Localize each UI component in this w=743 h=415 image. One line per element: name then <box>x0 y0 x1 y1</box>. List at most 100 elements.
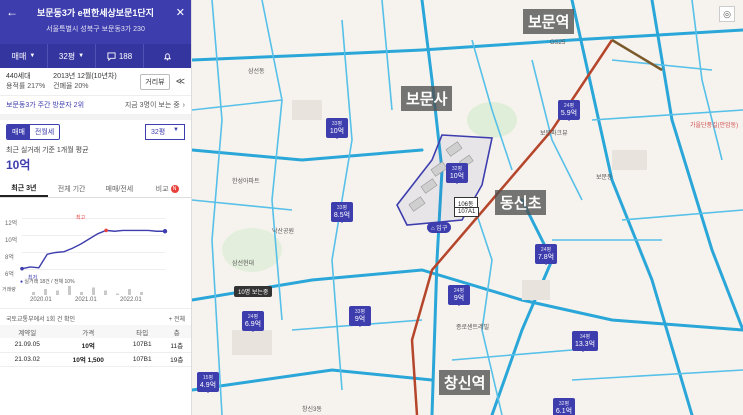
data-point[interactable] <box>162 229 168 234</box>
coverage-ratio: 건폐율 20% <box>53 82 89 90</box>
back-icon[interactable]: ← <box>6 5 20 19</box>
chevron-down-icon: ▼ <box>78 53 85 59</box>
high-marker-label: 최고 <box>76 215 86 221</box>
place-label: 낙산공원 <box>272 229 295 235</box>
pyeong-dropdown[interactable]: 32평 ▼ <box>48 44 96 68</box>
price-marker-value: 7.8억 <box>537 254 555 261</box>
price-marker-value: 8.5억 <box>333 212 351 219</box>
price-marker-value: 9억 <box>453 295 465 302</box>
avg-price-label: 최근 실거래 기준 1개월 평균 <box>6 147 89 154</box>
price-marker[interactable]: 32평 6.1억 <box>553 398 575 415</box>
place-label: 보문파크뷰 <box>540 131 568 137</box>
volume-bar <box>56 290 59 295</box>
notification-button[interactable] <box>144 44 191 68</box>
price-marker-area: 32평 <box>451 166 463 172</box>
toggle-rent[interactable]: 전월세 <box>30 125 59 139</box>
price-marker[interactable]: 24평 5.9억 <box>558 100 580 121</box>
x-tick: 2020.01 <box>30 297 52 303</box>
price-marker-selected[interactable]: 32평 10억 <box>446 163 468 184</box>
volume-bar <box>116 293 119 295</box>
complex-address: 서울특별시 성북구 보문동3가 230 <box>46 26 145 33</box>
price-marker[interactable]: 33평 10억 <box>326 118 348 139</box>
label-bomun-station: 보문역 <box>523 9 575 34</box>
cell-floor: 19층 <box>162 352 191 367</box>
price-marker[interactable]: 24평 9억 <box>448 285 470 306</box>
location-icon[interactable]: ◎ <box>719 6 735 22</box>
tab-compare-label: 비교 <box>155 185 169 193</box>
col-type: 타입 <box>121 325 163 338</box>
entrance-label: 입구 <box>436 226 448 232</box>
price-marker-value: 6.1억 <box>555 408 573 415</box>
volume-bar <box>140 292 143 295</box>
unit-type[interactable]: 107A1 <box>454 207 480 217</box>
cell-date: 21.09.05 <box>0 338 55 353</box>
table-row[interactable]: 21.03.02 10억 1,500 107B1 19층 <box>0 352 191 367</box>
price-marker-value: 13.3억 <box>574 341 596 348</box>
bell-icon <box>163 52 172 60</box>
price-marker[interactable]: 33평 9억 <box>349 306 371 327</box>
low-marker <box>20 266 24 271</box>
price-marker[interactable]: 24평 6.9억 <box>242 311 264 332</box>
price-chart-svg <box>20 218 168 295</box>
entrance-marker[interactable]: ⌂ 입구 <box>427 222 452 233</box>
x-tick: 2022.01 <box>120 297 142 303</box>
deal-toggle: 매매 전월세 <box>6 124 61 140</box>
price-marker[interactable]: 33평 8.5억 <box>331 202 353 223</box>
tab-compare[interactable]: 비교 N <box>143 180 191 197</box>
tab-all-period[interactable]: 전체 기간 <box>48 180 96 197</box>
share-icon[interactable]: ≪ <box>176 76 185 87</box>
volume-label: 거래량 <box>2 287 16 293</box>
avg-price-value: 10억 <box>6 158 31 172</box>
volume-bar <box>32 292 35 295</box>
label-dongshin-school: 동신초 <box>495 190 547 215</box>
place-label: 삼선현대 <box>232 261 255 267</box>
price-marker-area: 15평 <box>202 375 214 381</box>
comment-icon <box>107 51 116 61</box>
toggle-sale[interactable]: 매매 <box>7 125 30 139</box>
cell-price: 10억 1,500 <box>54 352 122 367</box>
price-marker-area: 24평 <box>563 103 575 109</box>
deal-type-dropdown[interactable]: 매매 ▼ <box>0 44 48 68</box>
complex-summary: 440세대 용적률 217% 2013년 12월(10년차) 건폐율 20% 거… <box>0 68 191 96</box>
header-tabs: 매매 ▼ 32평 ▼ 188 <box>0 44 191 68</box>
view-all-link[interactable]: + 전체 <box>169 314 185 323</box>
close-icon[interactable]: ✕ <box>171 6 185 19</box>
place-label: 삼선동 <box>248 69 265 75</box>
col-date: 계약일 <box>0 325 55 338</box>
place-label: 가을단풍길(안암동) <box>690 123 739 129</box>
price-marker-area: 33평 <box>331 121 343 127</box>
cell-price: 10억 <box>54 338 122 353</box>
comment-button[interactable]: 188 <box>96 44 144 68</box>
price-marker[interactable]: 24평 7.8억 <box>535 244 557 265</box>
app-root: ← 보문동3가 e편한세상보문1단지 ✕ 서울특별시 성북구 보문동3가 230… <box>0 0 743 415</box>
price-marker-value: 10억 <box>449 173 465 180</box>
tab-recent-3y[interactable]: 최근 3년 <box>0 180 48 197</box>
tab-sale-jeonse[interactable]: 매매/전세 <box>96 180 144 197</box>
price-marker[interactable]: 34평 13.3억 <box>572 331 598 352</box>
cell-floor: 11층 <box>162 338 191 353</box>
cell-type: 107B1 <box>121 338 163 353</box>
chevron-right-icon: › <box>182 101 185 109</box>
price-marker-area: 24평 <box>453 288 465 294</box>
label-changsin-station: 창신역 <box>439 370 491 395</box>
floor-area-ratio: 용적률 217% <box>6 82 46 90</box>
street-view-button[interactable]: 거리뷰 <box>140 73 170 90</box>
viewers-now: 지금 3명이 보는 중 <box>124 102 180 109</box>
high-marker <box>104 228 108 233</box>
volume-bar <box>104 290 107 295</box>
deal-type-label: 매매 <box>11 51 27 61</box>
size-select[interactable]: 32평 ▼ <box>145 124 185 140</box>
price-chart[interactable]: 12억 10억 8억 6억 ● 실거래 18건 / 전체 10% 거래량 202… <box>0 198 191 308</box>
table-row[interactable]: 21.09.05 10억 107B1 11층 <box>0 338 191 353</box>
col-price: 가격 <box>54 325 122 338</box>
volume-bar <box>80 292 83 295</box>
volume-bar <box>128 289 131 295</box>
visitor-rank[interactable]: 보문동3가 주간 방문자 2위 지금 3명이 보는 중 › <box>0 96 191 120</box>
volume-bar <box>92 287 95 295</box>
price-marker[interactable]: 15평 4.9억 <box>197 372 219 393</box>
complex-title: 보문동3가 e편한세상보문1단지 <box>37 7 154 18</box>
place-label: GS25 <box>550 40 566 46</box>
price-marker-value: 5.9억 <box>560 110 578 117</box>
map-canvas[interactable]: 보문역 보문사 동신초 창신역 33평 10억 32평 10억 33평 8.5억 24… <box>192 0 743 415</box>
place-label: 한성아파트 <box>232 179 260 185</box>
